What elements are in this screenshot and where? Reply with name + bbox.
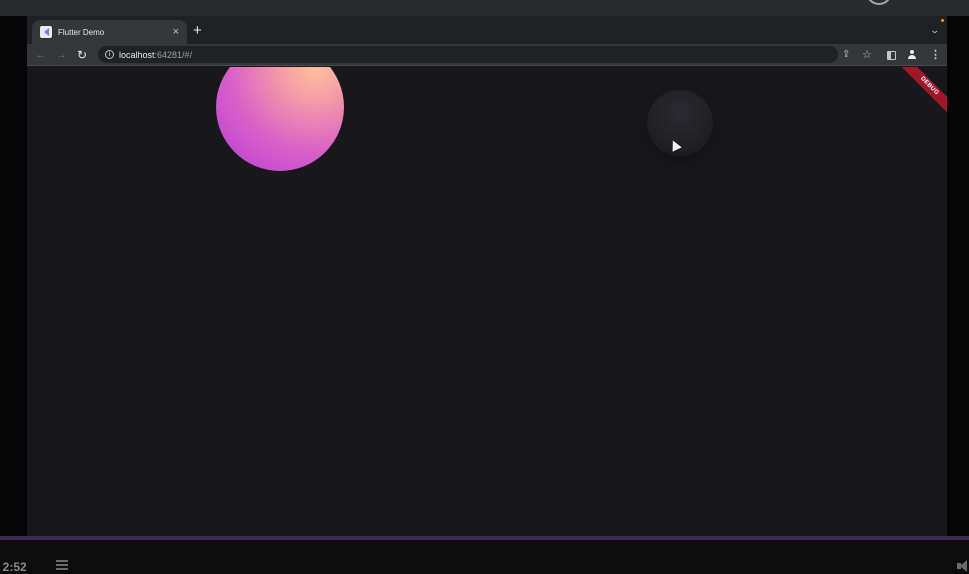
url-path: :64281/#/ bbox=[154, 49, 193, 60]
profile-icon[interactable] bbox=[907, 50, 917, 60]
reload-button[interactable]: ↻ bbox=[77, 47, 87, 63]
playlist-icon[interactable] bbox=[56, 560, 72, 570]
video-top-strip bbox=[0, 0, 969, 16]
tab-bar: Flutter Demo × + ⌄ bbox=[27, 16, 947, 44]
bookmark-star-icon[interactable]: ☆ bbox=[862, 48, 872, 62]
browser-window: Flutter Demo × + ⌄ ← → ↻ i localhost :64… bbox=[27, 16, 947, 536]
tab-flutter-demo[interactable]: Flutter Demo × bbox=[32, 20, 187, 44]
forward-button[interactable]: → bbox=[56, 47, 67, 63]
notification-dot bbox=[941, 19, 944, 22]
site-info-icon[interactable]: i bbox=[105, 50, 114, 59]
flutter-app-viewport[interactable]: DEBUG bbox=[27, 67, 947, 536]
new-tab-button[interactable]: + bbox=[193, 23, 202, 38]
tab-close-icon[interactable]: × bbox=[173, 26, 179, 38]
volume-icon[interactable] bbox=[957, 560, 967, 572]
address-toolbar: ← → ↻ i localhost :64281/#/ ⇪ ☆ ⋮ bbox=[27, 44, 947, 66]
side-panel-icon[interactable] bbox=[887, 51, 896, 60]
back-button[interactable]: ← bbox=[35, 47, 46, 63]
url-host: localhost bbox=[119, 49, 155, 60]
browser-menu-icon[interactable]: ⋮ bbox=[930, 48, 941, 62]
tab-search-icon[interactable]: ⌄ bbox=[930, 25, 941, 36]
gradient-orb[interactable] bbox=[216, 67, 344, 171]
tab-title: Flutter Demo bbox=[58, 27, 105, 37]
share-icon[interactable]: ⇪ bbox=[842, 48, 850, 62]
video-time: / 2:52 bbox=[0, 560, 27, 574]
loading-spinner-icon bbox=[866, 0, 892, 5]
flutter-icon bbox=[40, 26, 52, 38]
debug-banner: DEBUG bbox=[896, 67, 947, 119]
address-bar[interactable]: i localhost :64281/#/ bbox=[98, 46, 838, 63]
video-player-controls: / 2:52 bbox=[0, 540, 969, 574]
